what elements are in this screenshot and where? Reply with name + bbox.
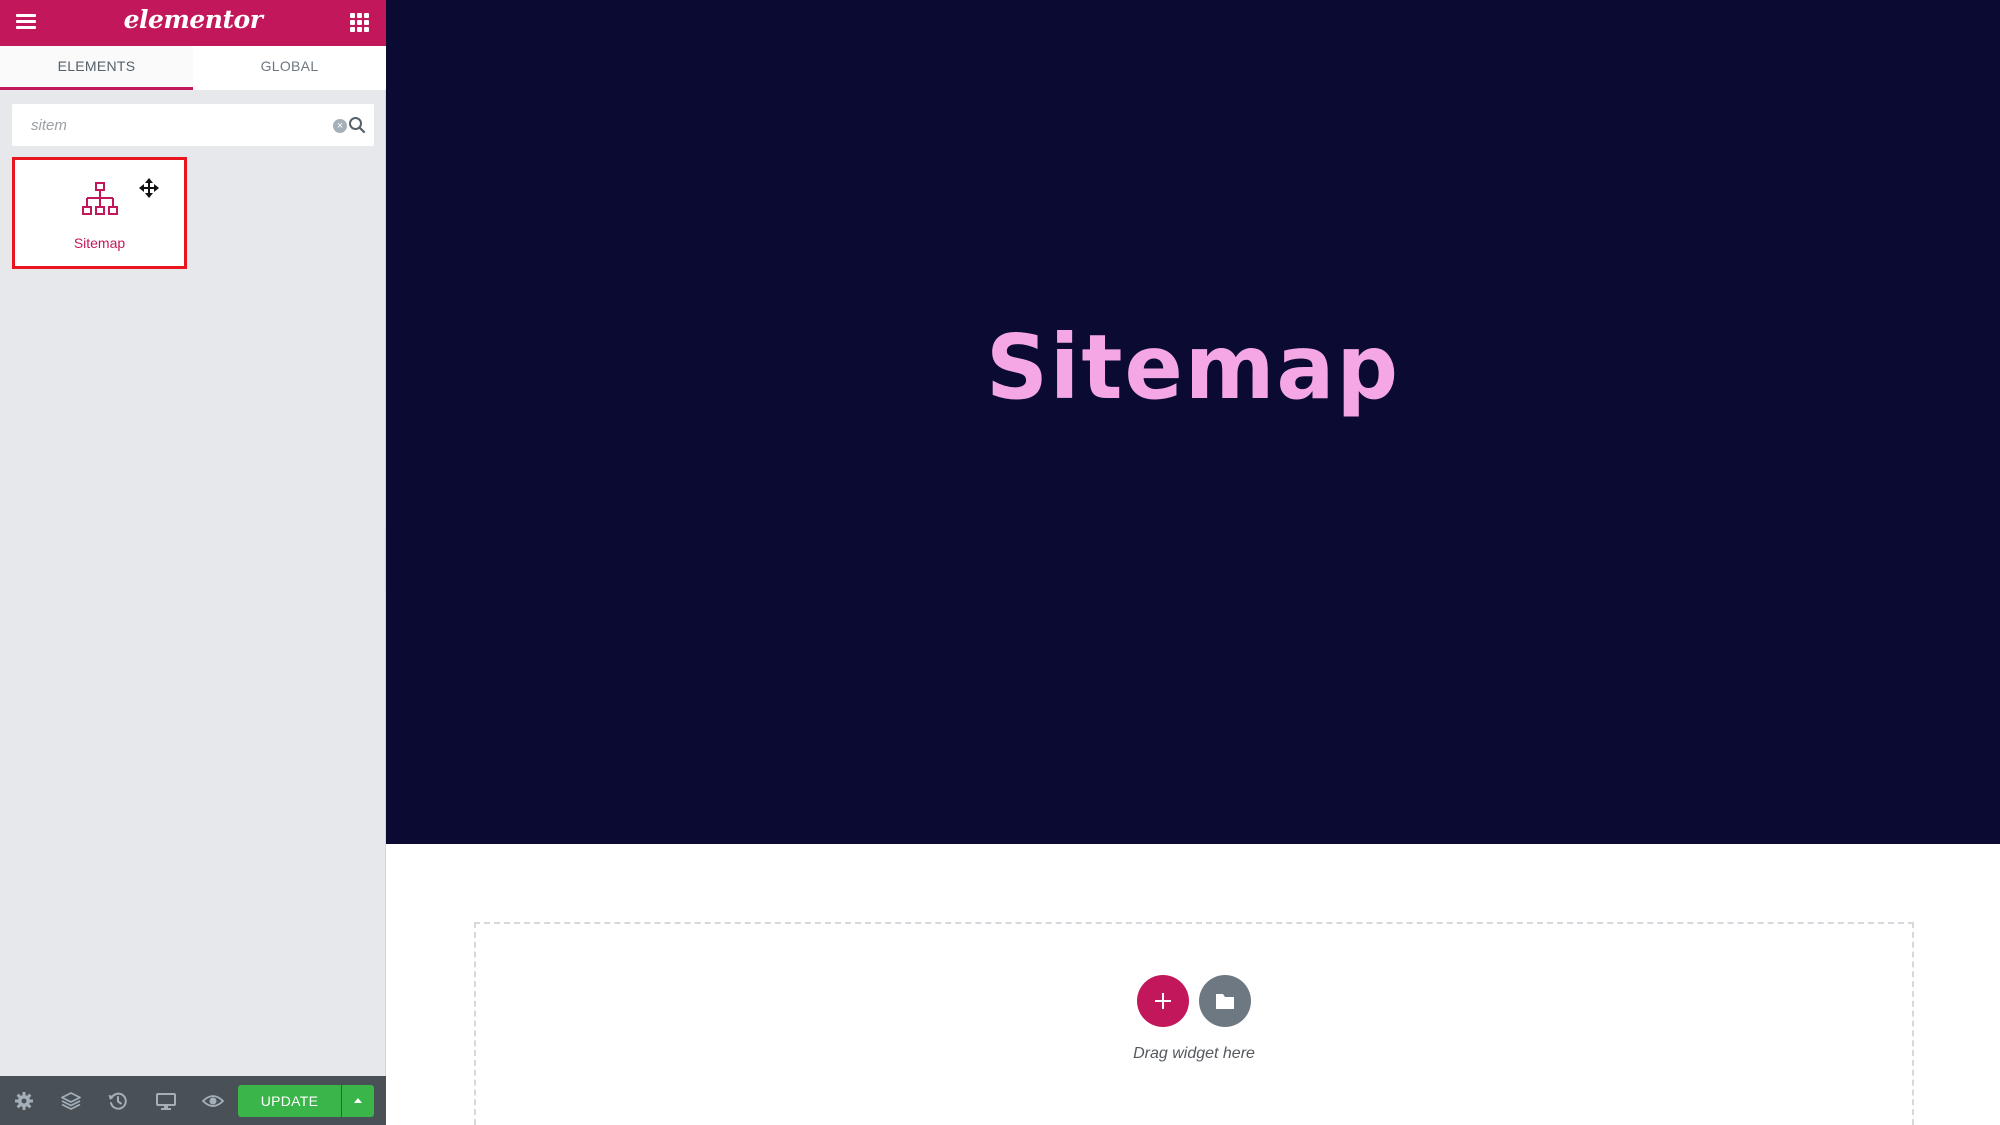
update-options-caret-icon[interactable] xyxy=(342,1085,374,1117)
add-section-button[interactable] xyxy=(1137,975,1189,1027)
add-template-button[interactable] xyxy=(1199,975,1251,1027)
editor-panel: elementor ELEMENTS GLOBAL × xyxy=(0,0,386,1125)
grid-apps-icon[interactable] xyxy=(350,13,370,33)
panel-tabs: ELEMENTS GLOBAL xyxy=(0,46,386,90)
settings-icon[interactable] xyxy=(13,1090,35,1112)
move-cursor-icon xyxy=(139,178,159,198)
tab-elements[interactable]: ELEMENTS xyxy=(0,46,193,90)
drag-widget-hint: Drag widget here xyxy=(1133,1045,1255,1062)
tab-global[interactable]: GLOBAL xyxy=(193,46,386,90)
history-icon[interactable] xyxy=(107,1090,129,1112)
responsive-icon[interactable] xyxy=(155,1090,177,1112)
hero-section[interactable]: Sitemap xyxy=(386,0,2000,844)
sitemap-icon xyxy=(82,182,118,215)
navigator-icon[interactable] xyxy=(60,1090,82,1112)
panel-header: elementor xyxy=(0,0,386,46)
widget-sitemap[interactable]: Sitemap xyxy=(12,157,187,269)
preview-icon[interactable] xyxy=(202,1090,224,1112)
search-icon[interactable] xyxy=(348,116,366,134)
empty-section-dropzone[interactable] xyxy=(474,922,1914,1125)
search-box: × xyxy=(12,104,374,146)
update-button[interactable]: UPDATE xyxy=(238,1085,341,1117)
clear-search-icon[interactable]: × xyxy=(333,119,347,133)
elementor-logo: elementor xyxy=(123,5,263,34)
hero-heading[interactable]: Sitemap xyxy=(386,316,2000,420)
search-input[interactable] xyxy=(12,104,312,146)
panel-footer: UPDATE xyxy=(0,1076,386,1125)
folder-icon xyxy=(1216,994,1234,1009)
widget-label: Sitemap xyxy=(73,235,126,251)
